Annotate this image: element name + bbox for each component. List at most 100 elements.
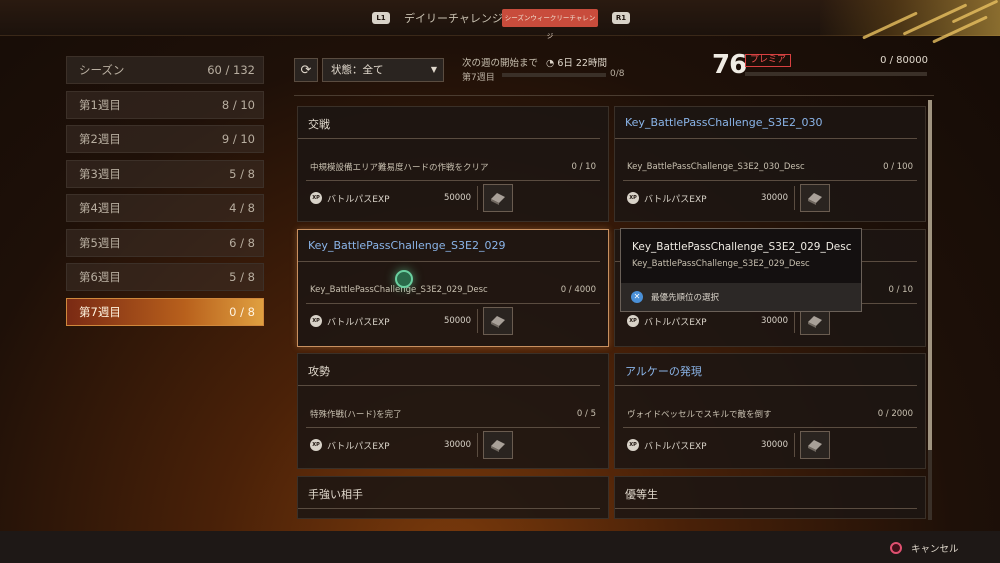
timer-text: 6日 22時間 <box>557 58 607 69</box>
challenge-tooltip: Key_BattlePassChallenge_S3E2_029_Desc Ke… <box>620 228 862 312</box>
reward-row: XP バトルパスEXP 30000 <box>623 181 917 215</box>
xp-badge-icon: XP <box>310 439 322 451</box>
sidebar-item-label: 第3週目 <box>79 166 121 181</box>
next-week-label: 次の週の開始まで <box>462 58 539 69</box>
week-timer: ◔ 6日 22時間 <box>546 55 607 69</box>
sidebar-item-2[interactable]: 第2週目 9 / 10 <box>66 125 264 153</box>
reward-divider <box>794 186 795 210</box>
challenge-card-5[interactable]: アルケーの発現ヴォイドベッセルでスキルで敵を倒す 0 / 2000 XP バトルパスE… <box>614 353 926 469</box>
reward-name: バトルパスEXP <box>327 441 390 452</box>
cancel-label[interactable]: キャンセル <box>911 541 959 555</box>
xp-badge-icon: XP <box>627 192 639 204</box>
tooltip-action[interactable]: ✕ 最優先順位の選択 <box>621 283 861 311</box>
xp-badge-icon: XP <box>627 439 639 451</box>
task-description: 中規模設備エリア難易度ハードの作戦をクリア <box>310 162 489 173</box>
sidebar-item-0[interactable]: シーズン 60 / 132 <box>66 56 264 84</box>
task-progress: 0 / 10 <box>571 161 597 172</box>
task-row: 特殊作戦(ハード)を完了 0 / 5 <box>306 400 600 428</box>
card-scrollbar[interactable] <box>928 100 932 520</box>
r1-button-icon[interactable]: R1 <box>612 12 630 24</box>
sidebar-item-3[interactable]: 第3週目 5 / 8 <box>66 159 264 188</box>
task-row: Key_BattlePassChallenge_S3E2_029_Desc 0 /… <box>306 276 600 304</box>
scrollbar-thumb[interactable] <box>928 100 932 450</box>
reward-name: バトルパスEXP <box>327 317 390 328</box>
reward-value: 30000 <box>760 316 788 326</box>
reward-row: XP バトルパスEXP 30000 <box>623 428 917 462</box>
sidebar-item-label: 第6週目 <box>79 270 121 284</box>
sidebar-item-label: 第2週目 <box>79 132 121 146</box>
sidebar-item-count: 6 / 8 <box>229 235 255 250</box>
cursor-indicator <box>395 270 413 288</box>
pass-xp-bar <box>745 72 927 76</box>
card-title: アルケーの発現 <box>615 354 917 386</box>
sidebar-item-count: 8 / 10 <box>221 97 255 112</box>
week-progress-count: 0/8 <box>610 69 625 79</box>
task-description: ヴォイドベッセルでスキルで敵を倒す <box>627 409 772 420</box>
sidebar-item-7[interactable]: 第7週目 0 / 8 <box>66 297 264 326</box>
sidebar-item-label: 第5週目 <box>79 235 121 250</box>
week-sidebar: シーズン 60 / 132 第1週目 8 / 10 第2週目 9 / 10 第3週目 5 / … <box>66 56 264 332</box>
current-week-label: 第7週目 <box>462 73 495 83</box>
card-title: 手強い相手 <box>298 477 600 509</box>
card-title: 攻勢 <box>298 354 600 386</box>
sidebar-item-4[interactable]: 第4週目 4 / 8 <box>66 194 264 222</box>
tab-season-weekly-challenge[interactable]: シーズンウィークリーチャレンジ <box>502 9 598 40</box>
refresh-icon[interactable]: ⟳ <box>294 58 318 82</box>
tab-daily-challenge[interactable]: デイリーチャレンジ <box>404 10 503 26</box>
l1-button-icon[interactable]: L1 <box>372 12 390 24</box>
reward-value: 50000 <box>443 316 471 326</box>
reward-item-icon <box>800 431 830 459</box>
premium-badge: プレミア <box>745 54 792 67</box>
reward-value: 30000 <box>760 440 788 450</box>
reward-divider <box>794 433 795 457</box>
reward-name: バトルパスEXP <box>644 441 707 452</box>
reward-item-icon <box>483 431 513 459</box>
sidebar-item-label: 第1週目 <box>79 97 121 112</box>
pass-level: 76 <box>712 50 747 80</box>
cross-button-icon: ✕ <box>631 291 643 303</box>
sidebar-item-count: 4 / 8 <box>229 201 255 215</box>
challenge-card-4[interactable]: 攻勢特殊作戦(ハード)を完了 0 / 5 XP バトルパスEXP 30000 <box>297 353 609 469</box>
challenge-card-7[interactable]: 優等生 <box>614 476 926 519</box>
sidebar-item-5[interactable]: 第5週目 6 / 8 <box>66 228 264 257</box>
xp-badge-icon: XP <box>627 315 639 327</box>
reward-row: XP バトルパスEXP 30000 <box>306 428 600 462</box>
challenge-card-6[interactable]: 手強い相手 <box>297 476 609 519</box>
sidebar-item-count: 5 / 8 <box>229 270 255 284</box>
reward-value: 50000 <box>443 193 471 203</box>
sidebar-item-count: 5 / 8 <box>229 166 255 181</box>
reward-value: 30000 <box>443 440 471 450</box>
task-description: Key_BattlePassChallenge_S3E2_030_Desc <box>627 161 805 172</box>
circle-button-icon[interactable] <box>890 542 902 554</box>
challenge-card-2[interactable]: Key_BattlePassChallenge_S3E2_029 Key_Batt… <box>297 229 609 347</box>
header-divider <box>294 95 934 96</box>
reward-divider <box>477 309 478 333</box>
xp-badge-icon: XP <box>310 315 322 327</box>
task-row: ヴォイドベッセルでスキルで敵を倒す 0 / 2000 <box>623 400 917 428</box>
sidebar-item-label: 第4週目 <box>79 201 121 215</box>
task-description: 特殊作戦(ハード)を完了 <box>310 409 402 420</box>
filter-label: 状態：全て <box>331 64 384 76</box>
sidebar-item-6[interactable]: 第6週目 5 / 8 <box>66 263 264 291</box>
reward-divider <box>477 433 478 457</box>
reward-row: XP バトルパスEXP 50000 <box>306 181 600 215</box>
challenge-card-0[interactable]: 交戦 中規模設備エリア難易度ハードの作戦をクリア 0 / 10 XP バトルパスEXP 5… <box>297 106 609 222</box>
reward-divider <box>794 309 795 333</box>
sidebar-item-count: 60 / 132 <box>207 63 255 77</box>
card-title: Key_BattlePassChallenge_S3E2_029 <box>298 230 600 262</box>
xp-badge-icon: XP <box>310 192 322 204</box>
reward-name: バトルパスEXP <box>644 317 707 328</box>
task-progress: 0 / 5 <box>576 408 596 419</box>
sidebar-item-1[interactable]: 第1週目 8 / 10 <box>66 90 264 119</box>
reward-item-icon <box>483 307 513 335</box>
sidebar-item-count: 0 / 8 <box>229 304 255 319</box>
tooltip-action-label: 最優先順位の選択 <box>651 293 720 303</box>
reward-name: バトルパスEXP <box>327 194 390 205</box>
challenge-card-1[interactable]: Key_BattlePassChallenge_S3E2_030 Key_Batt… <box>614 106 926 222</box>
card-title: Key_BattlePassChallenge_S3E2_030 <box>615 107 917 139</box>
chevron-down-icon: ▼ <box>430 65 437 74</box>
reward-value: 30000 <box>760 193 788 203</box>
status-filter-dropdown[interactable]: 状態：全て ▼ <box>322 58 444 82</box>
task-row: Key_BattlePassChallenge_S3E2_030_Desc 0 /… <box>623 153 917 181</box>
task-row: 中規模設備エリア難易度ハードの作戦をクリア 0 / 10 <box>306 153 600 181</box>
